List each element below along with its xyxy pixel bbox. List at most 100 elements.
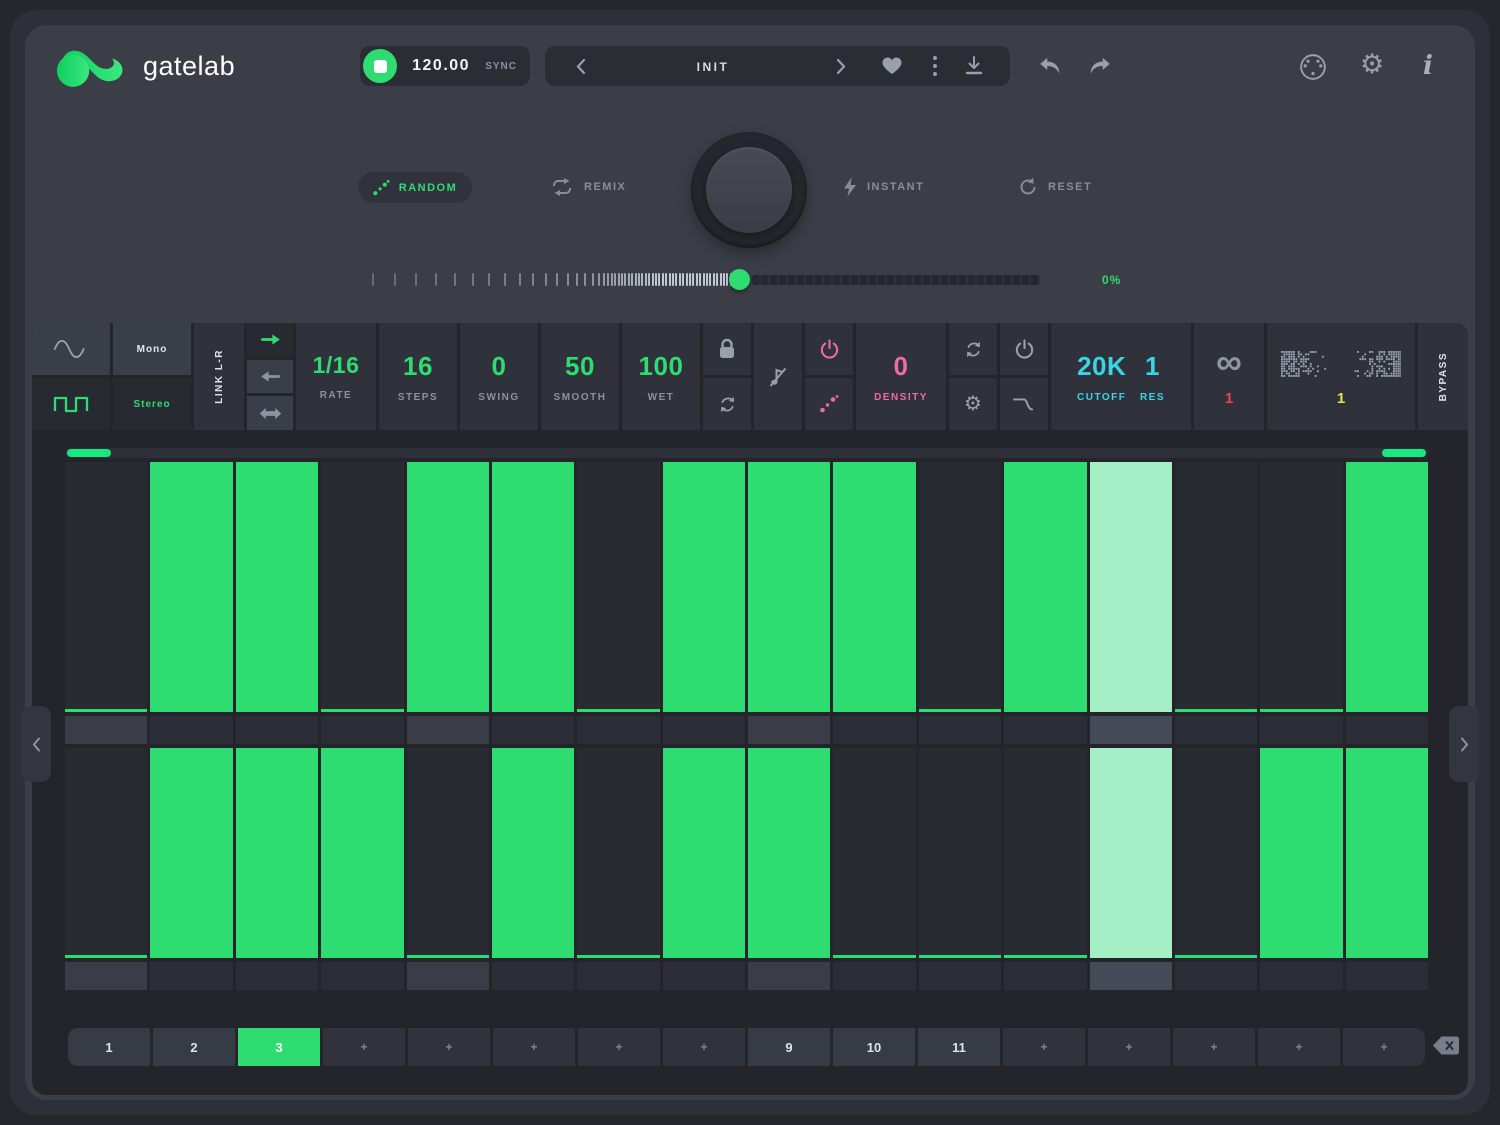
gate-bar[interactable] (1260, 748, 1342, 958)
undo-button[interactable] (1038, 56, 1062, 76)
midi-icon[interactable] (1299, 53, 1327, 81)
remix-button[interactable]: REMIX (550, 177, 626, 197)
slider-handle[interactable] (729, 269, 750, 290)
step-column-12[interactable] (1004, 462, 1086, 712)
gate-bar[interactable] (663, 462, 745, 712)
reroll-button[interactable] (703, 378, 751, 430)
res-control[interactable]: 1 RES (1140, 351, 1165, 403)
step-column-5[interactable] (407, 462, 489, 712)
gate-bar[interactable] (833, 462, 915, 712)
redo-button[interactable] (1088, 56, 1112, 76)
pattern-slot-14[interactable]: + (1173, 1028, 1255, 1066)
step-column-12[interactable] (1004, 748, 1086, 958)
step-column-2[interactable] (150, 462, 232, 712)
gate-bar[interactable] (236, 748, 318, 958)
step-column-1[interactable] (65, 462, 147, 712)
pattern-slot-12[interactable]: + (1003, 1028, 1085, 1066)
gate-bar[interactable] (1004, 462, 1086, 712)
step-column-7[interactable] (577, 462, 659, 712)
gate-bar-playhead[interactable] (1090, 462, 1172, 712)
pattern-slot-11[interactable]: 11 (918, 1028, 1000, 1066)
step-column-11[interactable] (919, 462, 1001, 712)
noise-morph-cell[interactable]: 1 (1267, 323, 1415, 430)
step-column-6[interactable] (492, 748, 574, 958)
loop-start-marker[interactable] (67, 449, 111, 457)
step-column-13[interactable] (1090, 748, 1172, 958)
pattern-slot-8[interactable]: + (663, 1028, 745, 1066)
step-column-1[interactable] (65, 748, 147, 958)
gate-bar[interactable] (748, 748, 830, 958)
direction-pingpong-button[interactable] (247, 396, 293, 430)
pattern-slot-16[interactable]: + (1343, 1028, 1425, 1066)
filter-settings-gear-icon[interactable]: ⚙ (949, 378, 997, 430)
settings-gear-icon[interactable]: ⚙ (1360, 51, 1384, 78)
pattern-slot-7[interactable]: + (578, 1028, 660, 1066)
slider-track[interactable] (752, 275, 1040, 285)
loop-timeline[interactable] (65, 448, 1428, 458)
step-column-4[interactable] (321, 748, 403, 958)
gate-bar[interactable] (748, 462, 830, 712)
step-column-14[interactable] (1175, 748, 1257, 958)
step-column-2[interactable] (150, 748, 232, 958)
preset-next-button[interactable] (835, 58, 847, 75)
link-lr-button[interactable]: LINK L-R (194, 323, 244, 430)
save-download-icon[interactable] (965, 56, 983, 76)
step-column-9[interactable] (748, 748, 830, 958)
filter-power-button[interactable] (1000, 323, 1048, 375)
pattern-slot-13[interactable]: + (1088, 1028, 1170, 1066)
step-column-6[interactable] (492, 462, 574, 712)
bypass-button[interactable]: BYPASS (1418, 323, 1468, 430)
cutoff-control[interactable]: 20K CUTOFF (1077, 351, 1126, 403)
step-column-7[interactable] (577, 748, 659, 958)
step-column-3[interactable] (236, 462, 318, 712)
gate-bar[interactable] (1346, 748, 1428, 958)
lowpass-curve-button[interactable] (1000, 378, 1048, 430)
gate-bar[interactable] (236, 462, 318, 712)
gate-bar[interactable] (663, 748, 745, 958)
preset-prev-button[interactable] (575, 58, 587, 75)
pattern-slot-2[interactable]: 2 (153, 1028, 235, 1066)
density-cell[interactable]: 0 DENSITY (856, 323, 946, 430)
mono-button[interactable]: Mono (113, 323, 191, 375)
favorite-heart-icon[interactable] (882, 57, 902, 75)
gate-bar[interactable] (150, 748, 232, 958)
density-random-button[interactable] (805, 378, 853, 430)
step-column-4[interactable] (321, 462, 403, 712)
pattern-slot-10[interactable]: 10 (833, 1028, 915, 1066)
step-column-10[interactable] (833, 462, 915, 712)
step-column-15[interactable] (1260, 462, 1342, 712)
pattern-slot-5[interactable]: + (408, 1028, 490, 1066)
square-wave-button[interactable] (32, 378, 110, 430)
gate-bar[interactable] (492, 748, 574, 958)
pattern-slot-3[interactable]: 3 (238, 1028, 320, 1066)
preset-menu-kebab-icon[interactable] (932, 55, 938, 77)
smooth-cell[interactable]: 50 SMOOTH (541, 323, 619, 430)
step-column-14[interactable] (1175, 462, 1257, 712)
step-column-11[interactable] (919, 748, 1001, 958)
direction-backward-button[interactable] (247, 360, 293, 394)
step-column-8[interactable] (663, 462, 745, 712)
instant-button[interactable]: INSTANT (843, 177, 924, 197)
density-power-button[interactable] (805, 323, 853, 375)
pattern-slot-6[interactable]: + (493, 1028, 575, 1066)
steps-cell[interactable]: 16 STEPS (379, 323, 457, 430)
sync-toggle[interactable]: SYNC (485, 61, 517, 72)
preset-name[interactable]: INIT (643, 60, 783, 74)
step-column-8[interactable] (663, 748, 745, 958)
step-column-13[interactable] (1090, 462, 1172, 712)
pattern-slot-1[interactable]: 1 (68, 1028, 150, 1066)
gate-bar[interactable] (321, 748, 403, 958)
rate-cell[interactable]: 1/16 RATE (296, 323, 376, 430)
swing-cell[interactable]: 0 SWING (460, 323, 538, 430)
random-button[interactable]: RANDOM (358, 172, 472, 203)
step-column-10[interactable] (833, 748, 915, 958)
wet-cell[interactable]: 100 WET (622, 323, 700, 430)
step-column-3[interactable] (236, 748, 318, 958)
page-right-button[interactable] (1449, 706, 1479, 782)
stop-button[interactable] (363, 49, 397, 83)
step-column-15[interactable] (1260, 748, 1342, 958)
filter-refresh-button[interactable] (949, 323, 997, 375)
gate-bar[interactable] (407, 462, 489, 712)
step-column-16[interactable] (1346, 748, 1428, 958)
info-icon[interactable]: i (1423, 51, 1433, 81)
